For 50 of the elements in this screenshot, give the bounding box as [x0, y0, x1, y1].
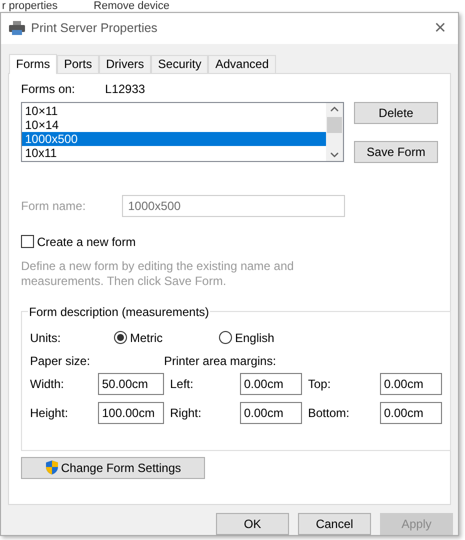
- dialog-button[interactable]: OK: [216, 513, 289, 535]
- window-title: Print Server Properties: [31, 21, 158, 36]
- group-title: Form description (measurements): [28, 304, 210, 319]
- radio-button[interactable]: [219, 331, 232, 344]
- tab[interactable]: Drivers: [99, 54, 152, 73]
- side-button[interactable]: Save Form: [354, 140, 438, 163]
- measurement-field[interactable]: 50.00cm: [98, 372, 164, 395]
- measurement-field[interactable]: 0.00cm: [380, 372, 442, 395]
- form-name-label: Form name:: [21, 198, 87, 213]
- field-label: Top:: [308, 376, 332, 391]
- measurement-field[interactable]: 0.00cm: [240, 372, 302, 395]
- list-item[interactable]: 10×14: [22, 118, 326, 132]
- scroll-up-icon: [330, 106, 339, 112]
- tab[interactable]: Advanced: [208, 54, 276, 73]
- scroll-down-icon: [330, 152, 339, 158]
- checkbox[interactable]: [21, 235, 34, 248]
- server-name: L12933: [105, 82, 146, 96]
- tab[interactable]: Forms: [9, 54, 57, 74]
- field-label: Bottom:: [308, 406, 350, 420]
- dialog-button[interactable]: Cancel: [298, 513, 371, 535]
- hint-text: Define a new form by editing the existing name and measurements. Then click Save Form.: [21, 258, 295, 289]
- field-label: Width:: [30, 376, 66, 391]
- forms-on-label: Forms on:: [21, 82, 76, 96]
- list-item[interactable]: 10x11: [22, 146, 326, 160]
- measurement-field[interactable]: 0.00cm: [380, 402, 442, 424]
- scrollbar[interactable]: [326, 102, 343, 161]
- radio-label: Metric: [130, 330, 163, 345]
- printer-icon: [9, 21, 25, 36]
- shield-icon: [44, 460, 59, 476]
- field-label: Left:: [170, 376, 194, 391]
- field-label: Height:: [30, 406, 70, 420]
- measurement-field[interactable]: 0.00cm: [240, 402, 302, 424]
- checkbox-label: Create a new form: [37, 234, 136, 249]
- measurement-field[interactable]: 100.00cm: [98, 402, 164, 424]
- background-text: r properties: [2, 0, 58, 12]
- change-settings-button[interactable]: Change Form Settings: [21, 456, 205, 479]
- field-label: Right:: [170, 406, 202, 420]
- background-text: Remove device: [94, 0, 170, 12]
- paper-size-label: Paper size:: [30, 354, 92, 368]
- forms-list[interactable]: 10×11 10×14 1000x500 10x11: [21, 102, 344, 162]
- close-button[interactable]: ×: [430, 16, 450, 40]
- list-item[interactable]: 1000x500: [22, 132, 326, 146]
- radio-button[interactable]: [114, 331, 127, 344]
- radio-label: English: [235, 330, 274, 345]
- margins-label: Printer area margins:: [164, 354, 276, 368]
- tab[interactable]: Security: [151, 54, 208, 73]
- side-button[interactable]: Delete: [354, 102, 438, 124]
- units-label: Units:: [30, 330, 62, 345]
- list-item[interactable]: 10×11: [22, 104, 326, 118]
- tab[interactable]: Ports: [57, 54, 100, 73]
